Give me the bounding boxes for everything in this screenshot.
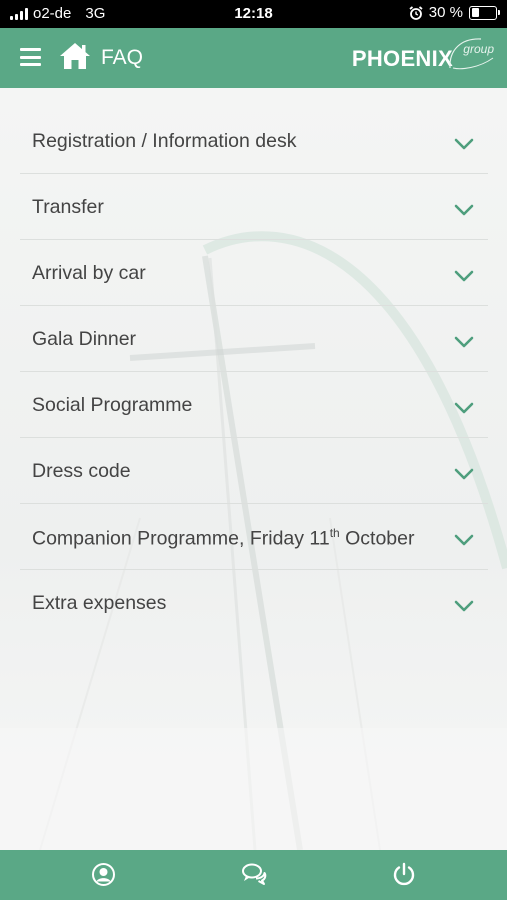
bottom-toolbar [0, 850, 507, 900]
chevron-down-icon[interactable] [454, 534, 474, 546]
faq-item-label-suffix: October [339, 527, 415, 550]
faq-item-companion-programme[interactable]: Companion Programme, Friday 11th October [20, 504, 488, 570]
profile-icon[interactable] [91, 862, 116, 887]
faq-item-label: Registration / Information desk [32, 130, 297, 152]
faq-item-label-superscript: th [329, 526, 340, 540]
chevron-down-icon[interactable] [454, 336, 474, 348]
faq-item-gala-dinner[interactable]: Gala Dinner [20, 306, 488, 372]
faq-item-label: Transfer [32, 196, 104, 218]
chevron-down-icon[interactable] [454, 600, 474, 612]
chevron-down-icon[interactable] [454, 402, 474, 414]
home-icon[interactable] [58, 41, 92, 71]
faq-list: Registration / Information desk Transfer… [20, 108, 488, 635]
faq-item-label: Extra expenses [32, 592, 167, 614]
faq-item-social-programme[interactable]: Social Programme [20, 372, 488, 438]
menu-icon[interactable] [20, 48, 41, 66]
chat-icon[interactable] [241, 862, 267, 886]
chevron-down-icon[interactable] [454, 138, 474, 150]
faq-item-label: Social Programme [32, 394, 193, 416]
brand-subtitle: group [463, 42, 494, 56]
page-title: FAQ [101, 46, 144, 69]
app-header: FAQ PHOENIX group [0, 28, 507, 88]
faq-item-label: Gala Dinner [32, 328, 137, 350]
faq-item-label: Companion Programme, Friday 11th October [32, 526, 415, 551]
battery-label: 30 % [428, 4, 463, 21]
faq-item-dress-code[interactable]: Dress code [20, 438, 488, 504]
brand-logo: PHOENIX [351, 46, 453, 71]
battery-icon [469, 5, 500, 20]
faq-item-extra-expenses[interactable]: Extra expenses [20, 570, 488, 635]
faq-item-arrival-by-car[interactable]: Arrival by car [20, 240, 488, 306]
status-bar: o2-de 3G 12:18 30 % [0, 0, 507, 28]
faq-item-label: Dress code [32, 460, 131, 482]
chevron-down-icon[interactable] [454, 204, 474, 216]
faq-item-label: Arrival by car [32, 262, 146, 284]
alarm-icon [409, 5, 423, 20]
faq-item-registration[interactable]: Registration / Information desk [20, 108, 488, 174]
faq-item-label-main: Companion Programme, Friday 11 [32, 527, 330, 550]
power-icon[interactable] [392, 862, 416, 887]
chevron-down-icon[interactable] [454, 468, 474, 480]
faq-item-transfer[interactable]: Transfer [20, 174, 488, 240]
chevron-down-icon[interactable] [454, 270, 474, 282]
